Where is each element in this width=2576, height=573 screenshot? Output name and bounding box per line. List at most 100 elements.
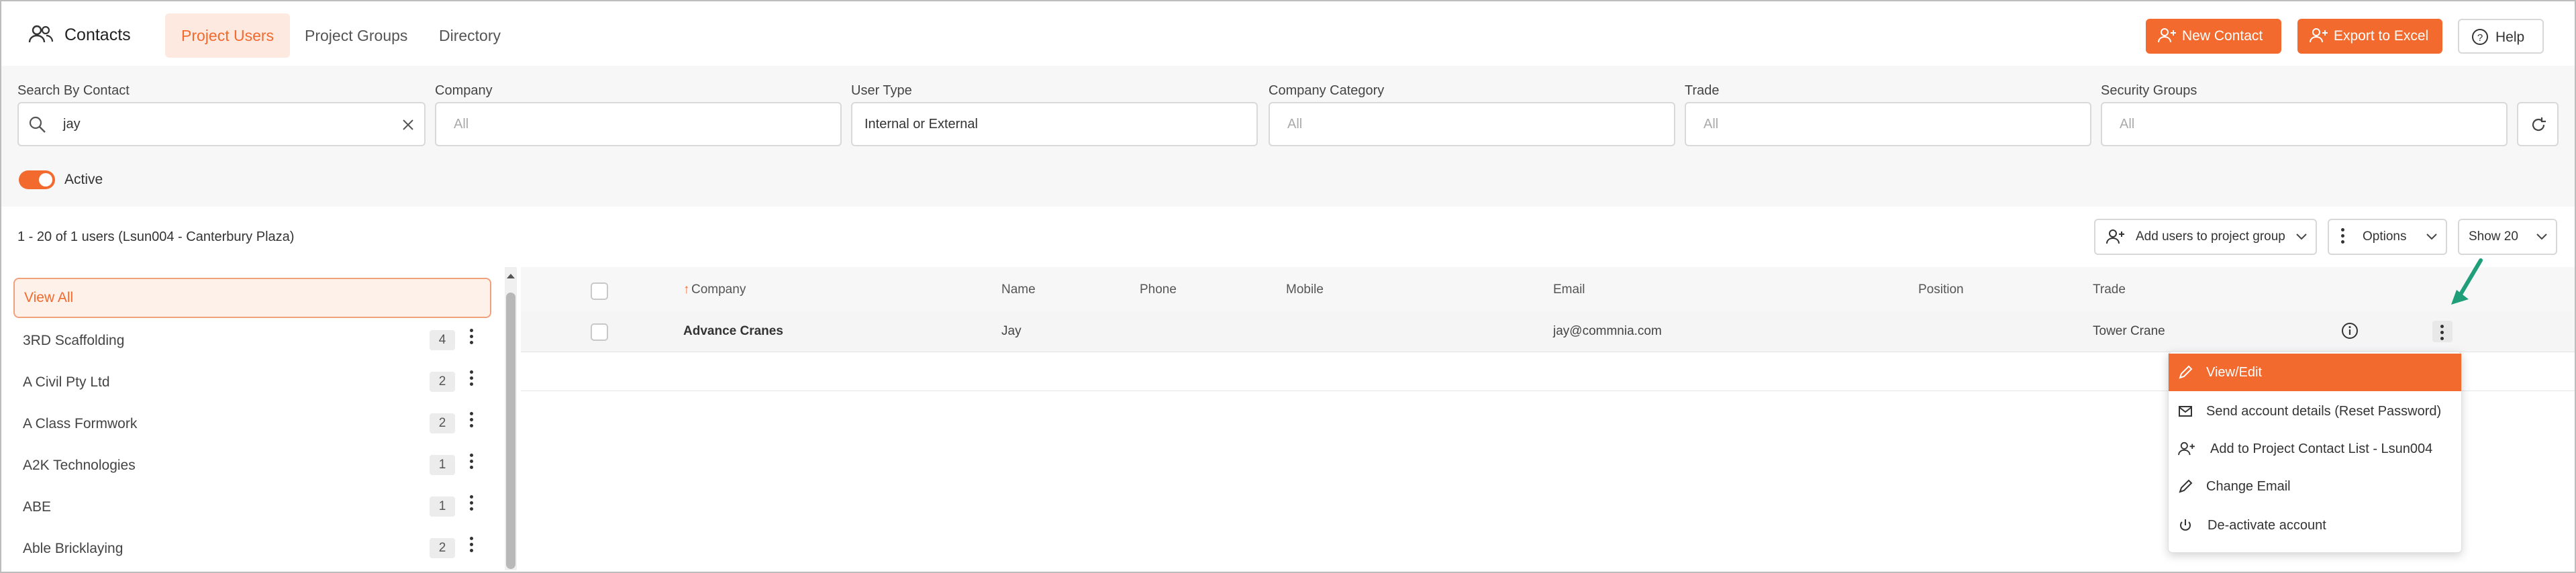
- sidebar-item-view-all[interactable]: View All: [13, 278, 491, 318]
- table-row[interactable]: [521, 311, 2575, 352]
- clear-icon[interactable]: [401, 118, 415, 132]
- active-toggle-label: Active: [64, 172, 103, 187]
- add-user-icon: [2158, 28, 2176, 43]
- table-header: [521, 267, 2575, 312]
- column-header-phone[interactable]: Phone: [1140, 282, 1177, 297]
- row-actions-button[interactable]: [2432, 321, 2453, 342]
- refresh-icon: [2532, 117, 2546, 132]
- trade-filter-select[interactable]: All: [1685, 102, 2091, 146]
- active-toggle[interactable]: [19, 170, 55, 189]
- cell-name: Jay: [1001, 324, 1022, 338]
- svg-text:?: ?: [2477, 32, 2483, 44]
- menu-item-label: De-activate account: [2208, 518, 2326, 533]
- annotation-arrow: [2451, 258, 2483, 305]
- sidebar-scrollbar-thumb[interactable]: [506, 293, 515, 569]
- options-button[interactable]: Options: [2328, 219, 2447, 255]
- company-category-select[interactable]: All: [1269, 102, 1675, 146]
- sidebar-item-label[interactable]: ABE: [23, 499, 51, 515]
- view-all-label: View All: [24, 290, 74, 305]
- menu-item-label: Send account details (Reset Password): [2206, 404, 2442, 419]
- column-header-email[interactable]: Email: [1553, 282, 1585, 297]
- new-contact-button[interactable]: New Contact: [2146, 19, 2281, 54]
- help-button[interactable]: ? Help: [2458, 19, 2544, 54]
- sidebar-item-count: 2: [430, 372, 455, 392]
- menu-item-send-account-details[interactable]: Send account details (Reset Password): [2169, 393, 2461, 430]
- tab-project-groups[interactable]: Project Groups: [289, 13, 424, 58]
- scroll-up-icon[interactable]: [505, 271, 517, 280]
- column-header-name[interactable]: Name: [1001, 282, 1036, 297]
- contacts-icon: [28, 25, 54, 43]
- trade-filter-placeholder: All: [1703, 117, 1719, 132]
- sidebar-item-label[interactable]: Able Bricklaying: [23, 541, 123, 557]
- add-user-icon: [2310, 28, 2328, 43]
- sort-asc-icon: ↑: [683, 282, 690, 297]
- company-filter-placeholder: All: [454, 117, 469, 132]
- chevron-down-icon: [2536, 233, 2547, 240]
- kebab-icon[interactable]: [470, 370, 474, 388]
- sidebar-item-count: 2: [430, 413, 455, 433]
- cell-company: Advance Cranes: [683, 324, 783, 338]
- kebab-icon[interactable]: [470, 454, 474, 472]
- menu-item-change-email[interactable]: Change Email: [2169, 468, 2461, 505]
- search-input-value[interactable]: jay: [63, 103, 81, 145]
- sidebar-item-count: 2: [430, 538, 455, 558]
- kebab-icon[interactable]: [470, 537, 474, 555]
- menu-item-view-edit[interactable]: View/Edit: [2169, 354, 2461, 391]
- sidebar-item-count: 4: [430, 330, 455, 350]
- pencil-icon: [2179, 365, 2193, 379]
- page-size-value: Show 20: [2469, 229, 2518, 244]
- add-user-icon: [2178, 441, 2195, 456]
- page-size-select[interactable]: Show 20: [2458, 219, 2557, 255]
- select-all-checkbox[interactable]: [591, 282, 608, 300]
- add-users-label: Add users to project group: [2136, 229, 2285, 244]
- reset-filters-button[interactable]: [2517, 102, 2559, 146]
- envelope-icon: [2179, 406, 2192, 417]
- security-groups-select[interactable]: All: [2101, 102, 2508, 146]
- kebab-icon: [2341, 228, 2345, 246]
- menu-item-deactivate-account[interactable]: De-activate account: [2169, 507, 2461, 544]
- top-bar: Contacts Project Users Project Groups Di…: [1, 1, 2575, 66]
- kebab-icon[interactable]: [470, 412, 474, 430]
- row-actions-menu: View/Edit Send account details (Reset Pa…: [2168, 352, 2462, 553]
- add-user-icon: [2106, 229, 2124, 244]
- help-label: Help: [2495, 30, 2525, 45]
- export-to-excel-button[interactable]: Export to Excel: [2297, 19, 2442, 54]
- sidebar-item-label[interactable]: A Civil Pty Ltd: [23, 374, 110, 390]
- export-label: Export to Excel: [2334, 28, 2429, 44]
- company-category-label: Company Category: [1269, 83, 1385, 98]
- user-type-select[interactable]: Internal or External: [851, 102, 1258, 146]
- app-title: Contacts: [64, 25, 131, 44]
- tab-directory[interactable]: Directory: [423, 13, 517, 58]
- company-filter-select[interactable]: All: [435, 102, 842, 146]
- pencil-icon: [2179, 479, 2193, 493]
- cell-email: jay@commnia.com: [1553, 324, 1662, 338]
- company-category-placeholder: All: [1287, 117, 1303, 132]
- security-groups-label: Security Groups: [2101, 83, 2197, 98]
- trade-filter-label: Trade: [1685, 83, 1720, 98]
- menu-item-add-to-contact-list[interactable]: Add to Project Contact List - Lsun004: [2169, 430, 2461, 468]
- kebab-icon[interactable]: [470, 329, 474, 347]
- menu-item-label: Add to Project Contact List - Lsun004: [2210, 441, 2433, 456]
- sidebar-item-count: 1: [430, 497, 455, 517]
- kebab-icon: [2440, 325, 2444, 343]
- search-icon: [29, 116, 46, 133]
- kebab-icon[interactable]: [470, 495, 474, 513]
- search-by-contact-field[interactable]: jay: [17, 102, 426, 146]
- column-header-company[interactable]: Company: [691, 282, 746, 297]
- add-users-to-group-button[interactable]: Add users to project group: [2094, 219, 2317, 255]
- sidebar-item-label[interactable]: 3RD Scaffolding: [23, 333, 124, 349]
- row-checkbox[interactable]: [591, 323, 608, 341]
- column-header-position[interactable]: Position: [1918, 282, 1964, 297]
- cell-trade: Tower Crane: [2093, 324, 2165, 338]
- tab-project-users[interactable]: Project Users: [165, 13, 291, 58]
- column-header-trade[interactable]: Trade: [2093, 282, 2126, 297]
- info-icon[interactable]: [2341, 322, 2359, 340]
- help-icon: ?: [2472, 29, 2488, 45]
- toggle-knob: [39, 173, 52, 187]
- sidebar-item-label[interactable]: A2K Technologies: [23, 458, 136, 474]
- sidebar-item-label[interactable]: A Class Formwork: [23, 416, 137, 432]
- search-by-contact-label: Search By Contact: [17, 83, 130, 98]
- column-header-mobile[interactable]: Mobile: [1286, 282, 1324, 297]
- user-type-value: Internal or External: [864, 117, 978, 132]
- menu-item-label: View/Edit: [2206, 365, 2263, 380]
